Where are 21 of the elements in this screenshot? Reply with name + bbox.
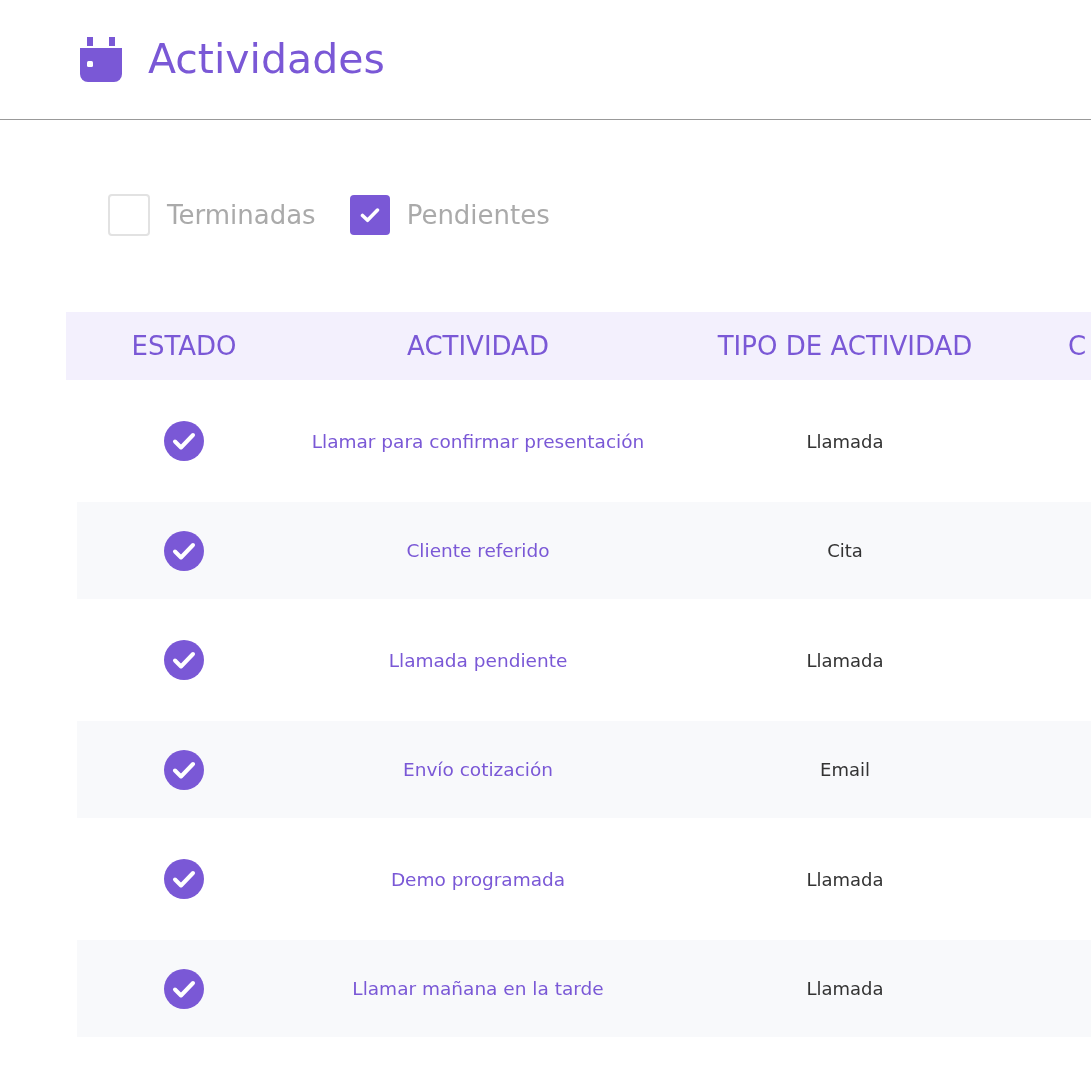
- check-icon: [359, 207, 380, 223]
- activity-type: Llamada: [806, 868, 884, 890]
- activity-link[interactable]: Envío cotización: [403, 759, 553, 780]
- checkbox[interactable]: [108, 194, 150, 236]
- activity-type: Llamada: [806, 430, 884, 452]
- column-header: TIPO DE ACTIVIDAD: [717, 331, 973, 361]
- activity-link[interactable]: Llamar para confirmar presentación: [311, 430, 645, 452]
- activity-type: Llamada: [806, 649, 884, 671]
- column-header: C: [1068, 331, 1087, 361]
- column-header: ACTIVIDAD: [407, 331, 549, 361]
- calendar-icon: [80, 37, 122, 82]
- activity-type: Cita: [827, 540, 863, 561]
- column-header: ESTADO: [131, 331, 237, 361]
- activity-link[interactable]: Llamada pendiente: [388, 649, 568, 671]
- checkbox[interactable]: [349, 195, 390, 235]
- activity-link[interactable]: Demo programada: [390, 868, 566, 890]
- activity-link[interactable]: Cliente referido: [406, 540, 550, 561]
- activity-link[interactable]: Llamar mañana en la tarde: [352, 978, 604, 999]
- page-title: Actividades: [148, 34, 385, 85]
- activity-type: Llamada: [806, 978, 884, 999]
- activity-type: Email: [820, 759, 870, 780]
